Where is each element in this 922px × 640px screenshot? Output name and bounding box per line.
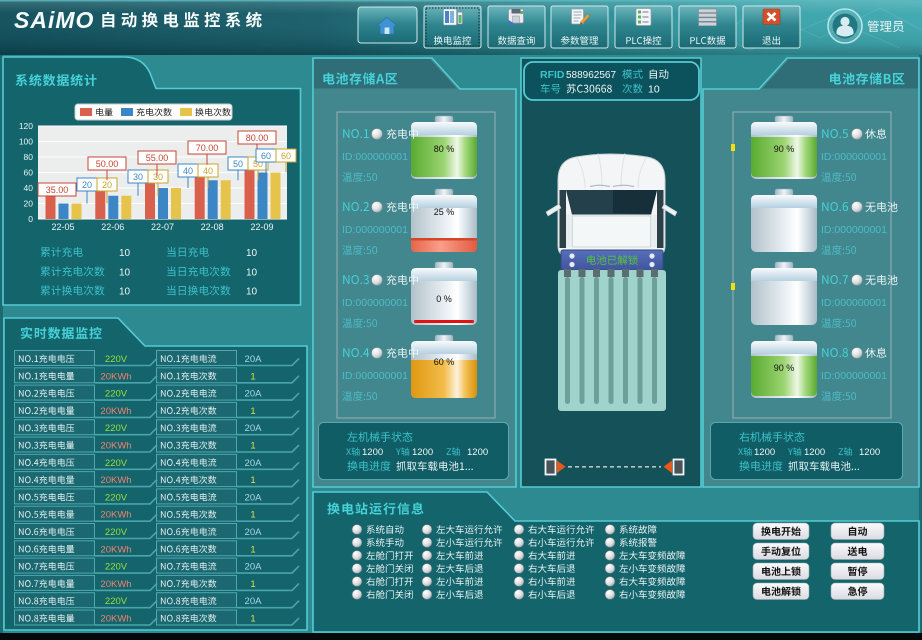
- svg-text:ID:000000001: ID:000000001: [821, 224, 887, 236]
- svg-text:220V: 220V: [105, 354, 128, 365]
- svg-text:588962567: 588962567: [566, 70, 616, 81]
- svg-text:22-07: 22-07: [151, 222, 174, 232]
- svg-text:20A: 20A: [245, 562, 263, 573]
- svg-text:20KWh: 20KWh: [100, 510, 131, 521]
- svg-text:1200: 1200: [412, 447, 433, 458]
- svg-text:ID:000000001: ID:000000001: [342, 224, 408, 236]
- svg-text:220V: 220V: [105, 389, 128, 400]
- svg-text:20KWh: 20KWh: [100, 544, 131, 555]
- svg-text:80: 80: [24, 152, 34, 162]
- svg-text:35.00: 35.00: [46, 185, 69, 195]
- svg-text:ID:000000001: ID:000000001: [342, 297, 408, 309]
- svg-text:1: 1: [250, 475, 255, 486]
- svg-text:10: 10: [119, 268, 131, 279]
- svg-text:1200: 1200: [467, 447, 488, 458]
- svg-text:30: 30: [133, 172, 143, 182]
- svg-text:20KWh: 20KWh: [100, 406, 131, 417]
- svg-text:1: 1: [250, 441, 255, 452]
- svg-text:40: 40: [203, 166, 213, 176]
- svg-text:10: 10: [246, 287, 258, 298]
- svg-text:60: 60: [24, 168, 34, 178]
- svg-text:ID:000000001: ID:000000001: [821, 297, 887, 309]
- svg-text:20A: 20A: [245, 423, 263, 434]
- svg-text:90 %: 90 %: [774, 144, 795, 154]
- svg-text:220V: 220V: [105, 423, 128, 434]
- svg-text:80.00: 80.00: [246, 133, 269, 143]
- svg-text:10: 10: [246, 268, 258, 279]
- svg-text:22-06: 22-06: [101, 222, 124, 232]
- svg-text:120: 120: [19, 121, 33, 131]
- svg-text:40: 40: [24, 183, 34, 193]
- svg-text:1: 1: [250, 544, 255, 555]
- svg-text:1200: 1200: [754, 447, 775, 458]
- svg-text:ID:000000001: ID:000000001: [821, 151, 887, 163]
- svg-text:30: 30: [153, 172, 163, 182]
- svg-text:20: 20: [24, 199, 34, 209]
- svg-text:1200: 1200: [362, 447, 383, 458]
- svg-text:100: 100: [19, 137, 33, 147]
- svg-text:RFID: RFID: [540, 69, 565, 81]
- svg-text:20A: 20A: [245, 389, 263, 400]
- svg-text:0 %: 0 %: [436, 294, 452, 304]
- svg-text:10: 10: [246, 248, 258, 259]
- svg-text:10: 10: [119, 248, 131, 259]
- svg-text:22-08: 22-08: [201, 222, 224, 232]
- svg-text:80 %: 80 %: [434, 144, 455, 154]
- svg-text:10: 10: [648, 84, 660, 96]
- svg-text:55.00: 55.00: [146, 153, 169, 163]
- svg-text:20A: 20A: [245, 458, 263, 469]
- svg-text:20KWh: 20KWh: [100, 579, 131, 590]
- svg-text:25 %: 25 %: [434, 207, 455, 217]
- svg-text:22-09: 22-09: [250, 222, 273, 232]
- svg-text:50.00: 50.00: [96, 159, 119, 169]
- svg-text:1: 1: [250, 579, 255, 590]
- svg-text:1: 1: [250, 371, 255, 382]
- svg-text:50: 50: [233, 159, 243, 169]
- svg-text:220V: 220V: [105, 596, 128, 607]
- svg-text:20: 20: [82, 180, 92, 190]
- svg-text:220V: 220V: [105, 527, 128, 538]
- svg-text:1: 1: [250, 510, 255, 521]
- svg-text:40: 40: [183, 166, 193, 176]
- svg-text:20A: 20A: [245, 596, 263, 607]
- svg-text:1: 1: [250, 406, 255, 417]
- svg-text:20A: 20A: [245, 527, 263, 538]
- svg-text:20KWh: 20KWh: [100, 475, 131, 486]
- svg-text:90 %: 90 %: [774, 363, 795, 373]
- svg-text:220V: 220V: [105, 458, 128, 469]
- svg-text:220V: 220V: [105, 492, 128, 503]
- svg-text:20A: 20A: [245, 492, 263, 503]
- svg-text:SAiMO: SAiMO: [14, 7, 94, 33]
- svg-text:20KWh: 20KWh: [100, 441, 131, 452]
- svg-text:60: 60: [261, 151, 271, 161]
- svg-text:ID:000000001: ID:000000001: [821, 370, 887, 382]
- svg-text:1200: 1200: [859, 447, 880, 458]
- svg-text:1: 1: [250, 614, 255, 625]
- svg-text:20: 20: [102, 180, 112, 190]
- svg-text:70.00: 70.00: [196, 143, 219, 153]
- svg-text:60: 60: [281, 151, 291, 161]
- svg-text:22-05: 22-05: [51, 222, 74, 232]
- svg-text:1200: 1200: [804, 447, 825, 458]
- svg-text:ID:000000001: ID:000000001: [342, 370, 408, 382]
- svg-text:20KWh: 20KWh: [100, 371, 131, 382]
- svg-text:220V: 220V: [105, 562, 128, 573]
- svg-text:20A: 20A: [245, 354, 263, 365]
- svg-text:10: 10: [119, 287, 131, 298]
- svg-text:ID:000000001: ID:000000001: [342, 151, 408, 163]
- svg-text:0: 0: [28, 214, 33, 224]
- svg-text:60 %: 60 %: [434, 357, 455, 367]
- svg-text:20KWh: 20KWh: [100, 614, 131, 625]
